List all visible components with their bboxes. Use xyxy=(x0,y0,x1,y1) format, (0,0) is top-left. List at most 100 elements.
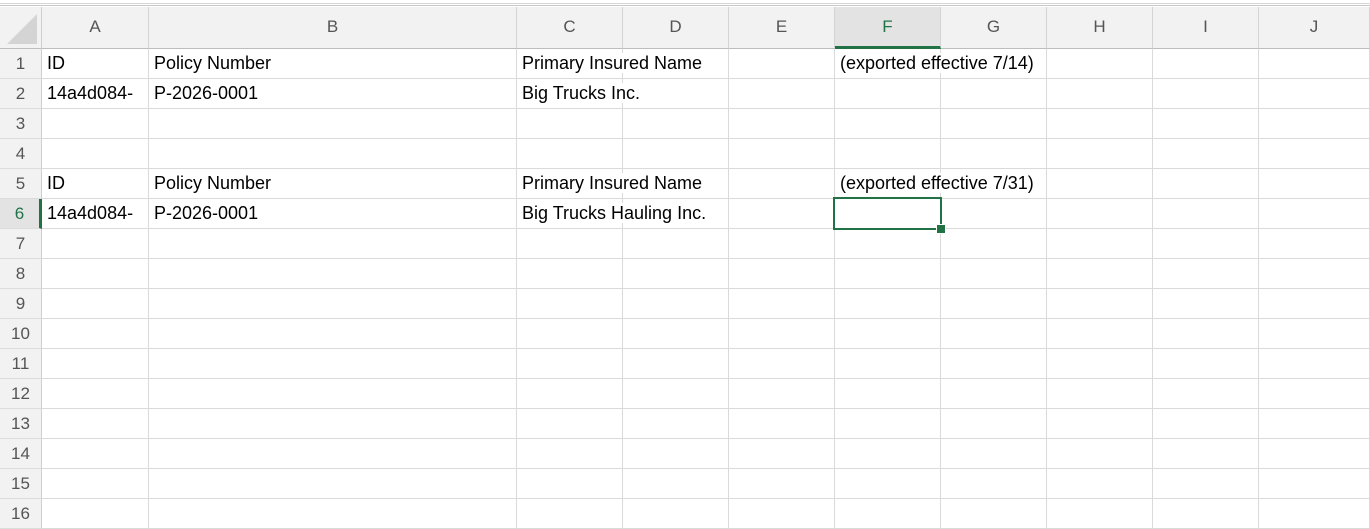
cell-i11[interactable] xyxy=(1153,349,1259,379)
cell-d8[interactable] xyxy=(623,259,729,289)
cell-j5[interactable] xyxy=(1259,169,1370,199)
cell-i4[interactable] xyxy=(1153,139,1259,169)
cell-g11[interactable] xyxy=(941,349,1047,379)
cell-e15[interactable] xyxy=(729,469,835,499)
cell-b8[interactable] xyxy=(149,259,517,289)
cell-b10[interactable] xyxy=(149,319,517,349)
cell-a7[interactable] xyxy=(42,229,149,259)
cell-c14[interactable] xyxy=(517,439,623,469)
column-header-c[interactable]: C xyxy=(517,7,623,49)
cell-c8[interactable] xyxy=(517,259,623,289)
select-all-corner[interactable] xyxy=(0,7,42,49)
cell-e8[interactable] xyxy=(729,259,835,289)
cell-f11[interactable] xyxy=(835,349,941,379)
cell-b11[interactable] xyxy=(149,349,517,379)
column-header-h[interactable]: H xyxy=(1047,7,1153,49)
cell-a2[interactable]: 14a4d084- xyxy=(42,79,149,109)
cell-j13[interactable] xyxy=(1259,409,1370,439)
cell-g16[interactable] xyxy=(941,499,1047,529)
row-header-15[interactable]: 15 xyxy=(0,469,42,499)
cell-f14[interactable] xyxy=(835,439,941,469)
cell-j11[interactable] xyxy=(1259,349,1370,379)
cell-b2[interactable]: P-2026-0001 xyxy=(149,79,517,109)
cell-i1[interactable] xyxy=(1153,49,1259,79)
column-header-e[interactable]: E xyxy=(729,7,835,49)
cell-i9[interactable] xyxy=(1153,289,1259,319)
cell-j4[interactable] xyxy=(1259,139,1370,169)
cell-d12[interactable] xyxy=(623,379,729,409)
row-header-6[interactable]: 6 xyxy=(0,199,42,229)
row-header-8[interactable]: 8 xyxy=(0,259,42,289)
cell-a13[interactable] xyxy=(42,409,149,439)
cell-j15[interactable] xyxy=(1259,469,1370,499)
cell-a9[interactable] xyxy=(42,289,149,319)
row-header-11[interactable]: 11 xyxy=(0,349,42,379)
cell-i8[interactable] xyxy=(1153,259,1259,289)
cell-c3[interactable] xyxy=(517,109,623,139)
cell-e12[interactable] xyxy=(729,379,835,409)
cell-d4[interactable] xyxy=(623,139,729,169)
cell-d13[interactable] xyxy=(623,409,729,439)
cell-f13[interactable] xyxy=(835,409,941,439)
cell-d11[interactable] xyxy=(623,349,729,379)
row-header-10[interactable]: 10 xyxy=(0,319,42,349)
cell-b5[interactable]: Policy Number xyxy=(149,169,517,199)
cell-b15[interactable] xyxy=(149,469,517,499)
cell-f2[interactable] xyxy=(835,79,941,109)
cell-c4[interactable] xyxy=(517,139,623,169)
cell-f10[interactable] xyxy=(835,319,941,349)
cell-j3[interactable] xyxy=(1259,109,1370,139)
cell-g9[interactable] xyxy=(941,289,1047,319)
cell-g15[interactable] xyxy=(941,469,1047,499)
cell-i13[interactable] xyxy=(1153,409,1259,439)
cell-j8[interactable] xyxy=(1259,259,1370,289)
row-header-14[interactable]: 14 xyxy=(0,439,42,469)
cell-j7[interactable] xyxy=(1259,229,1370,259)
cell-e14[interactable] xyxy=(729,439,835,469)
cell-j1[interactable] xyxy=(1259,49,1370,79)
cell-i7[interactable] xyxy=(1153,229,1259,259)
cell-h3[interactable] xyxy=(1047,109,1153,139)
cell-c10[interactable] xyxy=(517,319,623,349)
cell-j10[interactable] xyxy=(1259,319,1370,349)
cell-f5[interactable]: (exported effective 7/31) xyxy=(835,169,1036,199)
cell-e2[interactable] xyxy=(729,79,835,109)
cell-f12[interactable] xyxy=(835,379,941,409)
row-header-3[interactable]: 3 xyxy=(0,109,42,139)
cell-j9[interactable] xyxy=(1259,289,1370,319)
row-header-7[interactable]: 7 xyxy=(0,229,42,259)
cell-a15[interactable] xyxy=(42,469,149,499)
cell-e5[interactable] xyxy=(729,169,835,199)
column-header-d[interactable]: D xyxy=(623,7,729,49)
spreadsheet-grid[interactable]: A B C D E F G H I J 1 ID Policy Number Primary Insure… xyxy=(0,0,1370,529)
cell-f4[interactable] xyxy=(835,139,941,169)
cell-c15[interactable] xyxy=(517,469,623,499)
cell-c6[interactable]: Big Trucks Hauling Inc. xyxy=(517,199,709,229)
cell-h12[interactable] xyxy=(1047,379,1153,409)
cell-g2[interactable] xyxy=(941,79,1047,109)
cell-j16[interactable] xyxy=(1259,499,1370,529)
row-header-5[interactable]: 5 xyxy=(0,169,42,199)
cell-a6[interactable]: 14a4d084- xyxy=(42,199,149,229)
cell-d16[interactable] xyxy=(623,499,729,529)
cell-e11[interactable] xyxy=(729,349,835,379)
cell-b3[interactable] xyxy=(149,109,517,139)
cell-d14[interactable] xyxy=(623,439,729,469)
row-header-12[interactable]: 12 xyxy=(0,379,42,409)
cell-a14[interactable] xyxy=(42,439,149,469)
cell-i16[interactable] xyxy=(1153,499,1259,529)
cell-d10[interactable] xyxy=(623,319,729,349)
cell-i10[interactable] xyxy=(1153,319,1259,349)
cell-d3[interactable] xyxy=(623,109,729,139)
cell-i6[interactable] xyxy=(1153,199,1259,229)
cell-j2[interactable] xyxy=(1259,79,1370,109)
row-header-4[interactable]: 4 xyxy=(0,139,42,169)
cell-i3[interactable] xyxy=(1153,109,1259,139)
cell-c13[interactable] xyxy=(517,409,623,439)
cell-h14[interactable] xyxy=(1047,439,1153,469)
cell-h1[interactable] xyxy=(1047,49,1153,79)
cell-a10[interactable] xyxy=(42,319,149,349)
cell-g8[interactable] xyxy=(941,259,1047,289)
cell-h4[interactable] xyxy=(1047,139,1153,169)
row-header-1[interactable]: 1 xyxy=(0,49,42,79)
